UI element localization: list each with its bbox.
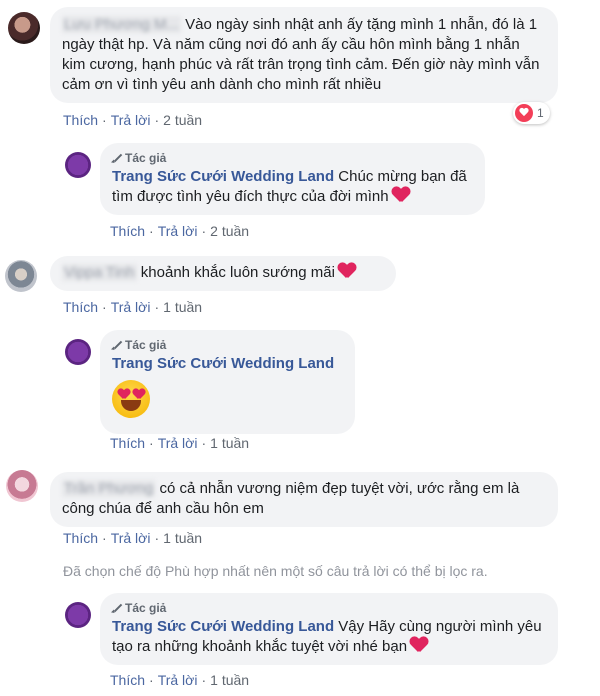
author-badge: Tác giả	[112, 150, 473, 166]
heart-eyes-emoji-icon	[112, 380, 150, 418]
like-link[interactable]: Thích	[110, 435, 145, 451]
commenter-name[interactable]: Trần Phương	[62, 480, 156, 497]
reply-actions: Thích · Trả lời · 1 tuần	[110, 435, 250, 451]
reply-actions: Thích · Trả lời · 2 tuần	[110, 223, 250, 239]
timestamp[interactable]: 2 tuần	[210, 223, 249, 239]
reply-link[interactable]: Trả lời	[158, 223, 198, 239]
comment-bubble: Lưu Phương M... Vào ngày sinh nhật anh ấ…	[50, 7, 558, 103]
author-badge: Tác giả	[112, 337, 343, 353]
reply-actions: Thích · Trả lời · 1 tuần	[110, 672, 250, 688]
avatar[interactable]	[8, 12, 40, 44]
commenter-name[interactable]: Lưu Phương M...	[62, 16, 181, 33]
page-avatar[interactable]	[65, 602, 91, 628]
pencil-icon	[112, 340, 122, 350]
commenter-name[interactable]: Vippa Tinh	[62, 264, 137, 281]
comment-actions: Thích · Trả lời · 2 tuần	[63, 112, 203, 128]
timestamp[interactable]: 1 tuần	[163, 299, 202, 315]
like-link[interactable]: Thích	[63, 530, 98, 546]
comment-bubble: Trần Phương có cả nhẫn vương niệm đẹp tu…	[50, 472, 558, 527]
reply-link[interactable]: Trả lời	[111, 299, 151, 315]
like-link[interactable]: Thích	[110, 223, 145, 239]
pencil-icon	[112, 603, 122, 613]
reaction-count[interactable]: 1	[513, 102, 550, 124]
reply-link[interactable]: Trả lời	[158, 672, 198, 688]
page-name[interactable]: Trang Sức Cưới Wedding Land	[112, 354, 343, 374]
reply-link[interactable]: Trả lời	[158, 435, 198, 451]
filter-notice: Đã chọn chế độ Phù hợp nhất nên một số c…	[63, 563, 488, 579]
heart-icon	[338, 263, 356, 279]
reply-bubble: Tác giả Trang Sức Cưới Wedding Land Chúc…	[100, 143, 485, 215]
heart-icon	[410, 637, 428, 653]
reply-bubble: Tác giả Trang Sức Cưới Wedding Land	[100, 330, 355, 434]
comment-actions: Thích · Trả lời · 1 tuần	[63, 299, 203, 315]
timestamp[interactable]: 1 tuần	[163, 530, 202, 546]
pencil-icon	[112, 153, 122, 163]
like-link[interactable]: Thích	[110, 672, 145, 688]
love-reaction-icon	[515, 104, 533, 122]
comment-bubble: Vippa Tinh khoảnh khắc luôn sướng mãi	[50, 256, 396, 291]
heart-icon	[392, 187, 410, 203]
comment-text: khoảnh khắc luôn sướng mãi	[140, 264, 335, 281]
comment-actions: Thích · Trả lời · 1 tuần	[63, 530, 203, 546]
timestamp[interactable]: 1 tuần	[210, 672, 249, 688]
page-name[interactable]: Trang Sức Cưới Wedding Land	[112, 618, 334, 635]
avatar[interactable]	[6, 470, 38, 502]
timestamp[interactable]: 2 tuần	[163, 112, 202, 128]
like-link[interactable]: Thích	[63, 112, 98, 128]
reply-link[interactable]: Trả lời	[111, 530, 151, 546]
like-link[interactable]: Thích	[63, 299, 98, 315]
page-avatar[interactable]	[65, 152, 91, 178]
reply-link[interactable]: Trả lời	[111, 112, 151, 128]
avatar[interactable]	[5, 260, 37, 292]
page-name[interactable]: Trang Sức Cưới Wedding Land	[112, 168, 334, 185]
author-badge: Tác giả	[112, 600, 546, 616]
reply-bubble: Tác giả Trang Sức Cưới Wedding Land Vậy …	[100, 593, 558, 665]
page-avatar[interactable]	[65, 339, 91, 365]
timestamp[interactable]: 1 tuần	[210, 435, 249, 451]
